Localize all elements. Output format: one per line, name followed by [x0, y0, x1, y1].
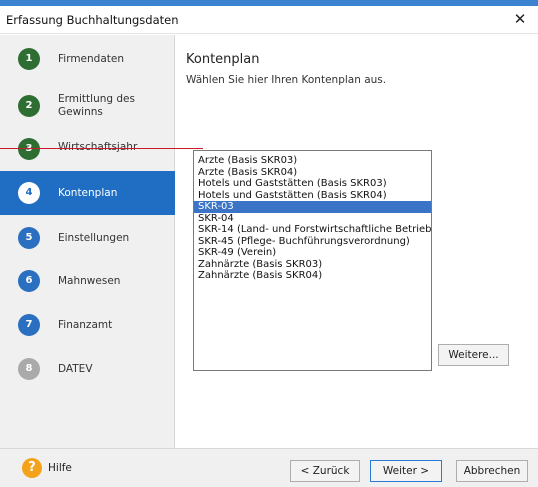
wizard-footer: ? Hilfe < Zurück Weiter > Abbrechen — [0, 448, 538, 487]
step-label: DATEV — [58, 363, 93, 375]
step-label: Finanzamt — [58, 319, 113, 331]
step-firmendaten[interactable]: 1 Firmendaten — [0, 37, 175, 81]
step-number-badge: 7 — [18, 314, 40, 336]
list-item[interactable]: Ärzte (Basis SKR03) — [194, 155, 431, 167]
list-item[interactable]: SKR-45 (Pflege- Buchführungsverordnung) — [194, 236, 431, 248]
annotation-pointer-line — [0, 148, 203, 149]
page-description: Wählen Sie hier Ihren Kontenplan aus. — [186, 74, 387, 86]
step-number-badge: 3 — [18, 138, 40, 160]
step-number-badge: 4 — [18, 182, 40, 204]
step-label: Einstellungen — [58, 232, 130, 244]
list-item[interactable]: SKR-14 (Land- und Forstwirtschaftliche B… — [194, 224, 431, 236]
step-datev: 8 DATEV — [0, 347, 175, 391]
step-number-badge: 6 — [18, 270, 40, 292]
step-label: Mahnwesen — [58, 275, 121, 287]
step-number-badge: 5 — [18, 227, 40, 249]
cancel-button[interactable]: Abbrechen — [456, 460, 528, 482]
step-label: Firmendaten — [58, 53, 124, 65]
step-mahnwesen[interactable]: 6 Mahnwesen — [0, 259, 175, 303]
step-ermittlung-des-gewinns[interactable]: 2 Ermittlung des Gewinns — [0, 81, 175, 127]
step-number-badge: 8 — [18, 358, 40, 380]
window-title: Erfassung Buchhaltungsdaten — [6, 13, 179, 27]
list-item[interactable]: Zahnärzte (Basis SKR04) — [194, 270, 431, 282]
help-icon[interactable]: ? — [22, 458, 42, 478]
step-finanzamt[interactable]: 7 Finanzamt — [0, 303, 175, 347]
title-bar: Erfassung Buchhaltungsdaten ✕ — [0, 6, 538, 34]
list-item[interactable]: SKR-49 (Verein) — [194, 247, 431, 259]
close-icon[interactable]: ✕ — [510, 9, 530, 29]
list-item-selected[interactable]: SKR-03 — [194, 201, 431, 213]
wizard-steps-sidebar: 1 Firmendaten 2 Ermittlung des Gewinns 3… — [0, 35, 175, 448]
step-label: Ermittlung des Gewinns — [58, 93, 135, 118]
step-einstellungen[interactable]: 5 Einstellungen — [0, 216, 175, 260]
step-number-badge: 2 — [18, 95, 40, 117]
page-title: Kontenplan — [186, 52, 260, 67]
step-label: Kontenplan — [58, 187, 118, 199]
back-button[interactable]: < Zurück — [290, 460, 360, 482]
help-link[interactable]: Hilfe — [48, 462, 72, 474]
more-button[interactable]: Weitere... — [438, 344, 509, 366]
list-item[interactable]: SKR-04 — [194, 213, 431, 225]
list-item[interactable]: Zahnärzte (Basis SKR03) — [194, 259, 431, 271]
list-item[interactable]: Ärzte (Basis SKR04) — [194, 167, 431, 179]
next-button[interactable]: Weiter > — [370, 460, 442, 482]
step-kontenplan[interactable]: 4 Kontenplan — [0, 171, 175, 215]
chart-of-accounts-listbox[interactable]: Ärzte (Basis SKR03) Ärzte (Basis SKR04) … — [193, 150, 432, 371]
step-number-badge: 1 — [18, 48, 40, 70]
list-item[interactable]: Hotels und Gaststätten (Basis SKR03) — [194, 178, 431, 190]
list-item[interactable]: Hotels und Gaststätten (Basis SKR04) — [194, 190, 431, 202]
step-wirtschaftsjahr[interactable]: 3 Wirtschaftsjahr — [0, 127, 175, 171]
